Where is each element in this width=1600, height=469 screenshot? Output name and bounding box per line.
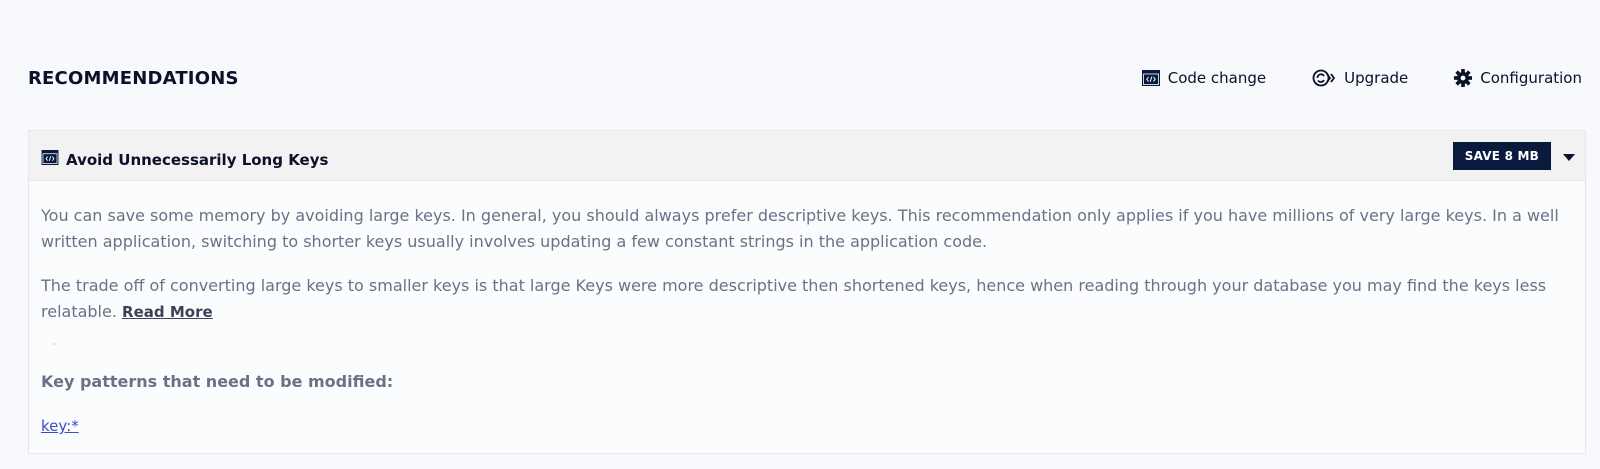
filter-configuration[interactable]: Configuration — [1454, 69, 1582, 87]
page-title: RECOMMENDATIONS — [28, 67, 239, 89]
code-window-icon — [1141, 70, 1160, 86]
recommendation-card: Avoid Unnecessarily Long Keys SAVE 8 MB … — [28, 130, 1586, 454]
card-actions: SAVE 8 MB — [1452, 141, 1575, 170]
gear-icon — [1454, 69, 1473, 87]
tradeoff-text: The trade off of converting large keys t… — [41, 276, 1547, 321]
filter-code-change[interactable]: Code change — [1141, 69, 1267, 87]
recommendation-body: You can save some memory by avoiding lar… — [29, 181, 1585, 439]
filter-upgrade[interactable]: Upgrade — [1312, 69, 1408, 87]
filter-configuration-label: Configuration — [1480, 69, 1582, 87]
savings-badge: SAVE 8 MB — [1452, 141, 1551, 170]
divider-dot — [53, 343, 55, 345]
chevron-down-icon[interactable] — [1563, 154, 1575, 161]
recommendation-title: Avoid Unnecessarily Long Keys — [41, 150, 328, 169]
recommendations-header: RECOMMENDATIONS Code change Upgrade Conf… — [28, 60, 1582, 96]
recommendation-title-text: Avoid Unnecessarily Long Keys — [66, 150, 329, 169]
read-more-link[interactable]: Read More — [122, 303, 213, 321]
filter-upgrade-label: Upgrade — [1344, 69, 1409, 87]
patterns-heading: Key patterns that need to be modified: — [41, 372, 394, 391]
code-window-icon — [41, 150, 59, 169]
key-pattern-link[interactable]: key:* — [41, 417, 79, 435]
tradeoff-paragraph: The trade off of converting large keys t… — [41, 273, 1571, 325]
recommendation-card-header[interactable]: Avoid Unnecessarily Long Keys SAVE 8 MB — [29, 131, 1585, 181]
filter-code-change-label: Code change — [1167, 69, 1267, 87]
description-paragraph: You can save some memory by avoiding lar… — [41, 206, 1559, 251]
upgrade-icon — [1312, 69, 1336, 87]
filter-legend: Code change Upgrade Configuration — [1141, 69, 1582, 87]
